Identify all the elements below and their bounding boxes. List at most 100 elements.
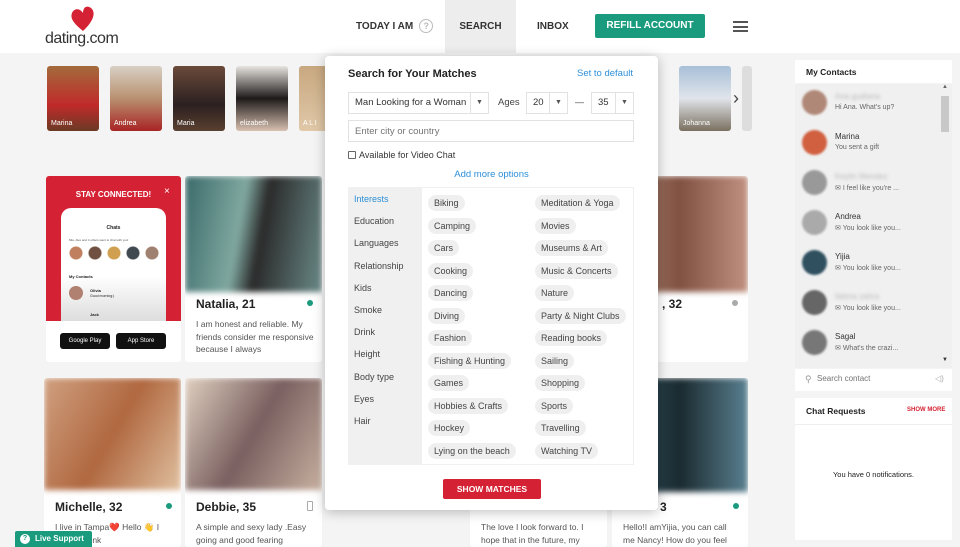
category-education[interactable]: Education [354,216,394,226]
story-item[interactable]: Johanna [679,66,731,131]
video-chat-checkbox[interactable] [348,151,356,159]
sound-icon[interactable]: ◁) [935,374,944,383]
add-more-options-link[interactable]: Add more options [325,169,658,180]
interest-tag[interactable]: Reading books [535,330,608,346]
story-item[interactable]: Maria [173,66,225,131]
interest-tag[interactable]: Shopping [535,375,586,391]
profile-card[interactable]: Natalia, 21 I am honest and reliable. My… [185,176,322,362]
interest-tag[interactable]: Biking [428,195,465,211]
scroll-up-icon[interactable]: ▲ [942,84,948,90]
interest-tag[interactable]: Travelling [535,420,586,436]
story-item[interactable]: Andrea [110,66,162,131]
interest-tag[interactable]: Hockey [428,420,471,436]
interest-tag[interactable]: Games [428,375,470,391]
category-smoke[interactable]: Smoke [354,305,382,315]
message-text: What's the crazi... [842,345,899,352]
city-input[interactable] [348,120,634,142]
category-interests[interactable]: Interests [354,194,389,204]
interest-tag[interactable]: Camping [428,217,477,234]
chevron-right-icon[interactable]: › [733,88,739,109]
contact-item[interactable]: Ana gudiana Hi Ana. What's up? [795,87,940,127]
promo-title: STAY CONNECTED! [75,190,152,199]
interest-tag[interactable]: Sailing [535,352,575,369]
select-value: 35 [598,97,609,108]
contact-item[interactable]: Yijia ✉ You look like you... [795,247,940,287]
looking-for-select[interactable]: Man Looking for a Woman ▼ [348,92,489,114]
interest-tag[interactable]: Nature [535,285,575,301]
category-height[interactable]: Height [354,349,380,359]
contact-item[interactable]: Marina You sent a gift [795,127,940,167]
interest-tag[interactable]: Hobbies & Crafts [428,397,509,414]
search-contact-input[interactable] [817,374,927,383]
scroll-down-icon[interactable]: ▼ [942,357,948,363]
contact-item[interactable]: Andrea ✉ You look like you... [795,207,940,247]
interest-tag[interactable]: Party & Night Clubs [535,307,626,324]
story-name: elizabeth [240,120,269,127]
interest-tag[interactable]: Movies [535,217,576,234]
search-modal: Search for Your Matches Set to default M… [325,56,658,510]
contact-item[interactable]: Sagal ✉ What's the crazi... [795,327,940,367]
category-languages[interactable]: Languages [354,238,399,248]
story-item[interactable]: elizabeth [236,66,288,131]
contacts-title: My Contacts [806,67,857,77]
contact-last-message: ✉ You look like you... [835,304,901,312]
category-body-type[interactable]: Body type [354,372,394,382]
age-to-select[interactable]: 35 ▼ [591,92,634,114]
video-chat-label: Available for Video Chat [359,150,456,160]
contact-search[interactable]: ⚲ ◁) [795,369,952,391]
show-matches-button[interactable]: SHOW MATCHES [443,479,541,499]
interest-tag[interactable]: Music & Concerts [535,262,618,279]
chat-requests-title: Chat Requests [806,406,866,416]
app-promo-card: STAY CONNECTED! × Chats Mia, Alex and 4 … [46,176,181,362]
app-store-button[interactable]: App Store [116,333,166,349]
contact-item[interactable]: Keylin Mendez ✉ I feel like you're ... [795,167,940,207]
show-more-link[interactable]: SHOW MORE [907,407,945,413]
online-status-icon [307,300,313,306]
logo[interactable]: dating.com [45,30,119,48]
interest-tag[interactable]: Dancing [428,285,474,301]
live-support-button[interactable]: ? Live Support [15,531,92,547]
age-from-select[interactable]: 20 ▼ [526,92,568,114]
contact-item[interactable]: fatima zahra ✉ You look like you... [795,287,940,327]
interest-tag[interactable]: Cooking [428,262,474,279]
category-hair[interactable]: Hair [354,416,371,426]
interest-tag[interactable]: Lying on the beach [428,442,516,459]
profile-card[interactable]: Debbie, 35 A simple and sexy lady .Easy … [185,378,322,547]
contact-name: Marina [835,132,860,141]
menu-icon[interactable] [733,21,748,32]
interest-tag[interactable]: Fashion [428,330,473,346]
story-item[interactable] [742,66,752,131]
set-default-link[interactable]: Set to default [577,68,633,79]
interest-tag[interactable]: Sports [535,397,574,414]
profile-card[interactable]: Michelle, 32 I live in Tampa❤️ Hello 👋 I… [44,378,181,547]
interest-tag[interactable]: Diving [428,307,466,324]
nav-search[interactable]: SEARCH [445,0,516,53]
contact-last-message: ✉ You look like you... [835,224,901,232]
category-relationship[interactable]: Relationship [354,261,404,271]
google-play-button[interactable]: Google Play [60,333,110,349]
interest-tag[interactable]: Fishing & Hunting [428,352,512,369]
interest-tag[interactable]: Museums & Art [535,240,609,256]
phone-mockup: Chats Mia, Alex and 4 others want to cha… [61,208,166,321]
profile-description: Hello!I amYijia, you can call me Nancy! … [623,522,727,545]
avatar [802,330,827,355]
nav-inbox[interactable]: INBOX [537,0,569,53]
search-icon: ⚲ [805,374,812,384]
profile-photo [44,378,181,490]
interest-tag[interactable]: Cars [428,240,460,256]
profile-name: Debbie, 35 [196,500,257,514]
contact-last-message: ✉ You look like you... [835,264,901,272]
scrollbar-thumb[interactable] [941,96,949,132]
interest-tag[interactable]: Meditation & Yoga [535,195,620,211]
phone-contact-msg: Good morning:) [90,294,115,298]
phone-contact-name: Olivia [90,288,101,293]
story-item[interactable]: Marina [47,66,99,131]
category-drink[interactable]: Drink [354,327,375,337]
category-eyes[interactable]: Eyes [354,394,374,404]
help-icon[interactable]: ? [419,19,434,34]
nav-today-i-am[interactable]: TODAY I AM? [356,0,434,53]
close-icon[interactable]: × [164,186,170,197]
interest-tag[interactable]: Watching TV [535,442,599,459]
refill-account-button[interactable]: REFILL ACCOUNT [595,14,705,38]
category-kids[interactable]: Kids [354,283,372,293]
